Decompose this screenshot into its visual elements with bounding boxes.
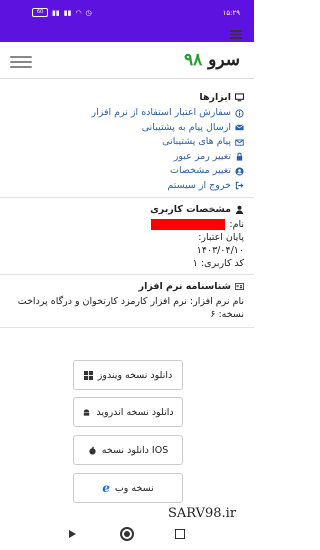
home-icon[interactable] — [120, 527, 134, 541]
web-version-label: نسخه وب — [114, 482, 154, 494]
back-icon[interactable] — [69, 530, 76, 538]
tools-item-label: تغییر مشخصات — [170, 165, 231, 176]
browser-toolbar — [0, 26, 254, 42]
tools-item-label: ارسال پیام به پشتیبانی — [141, 121, 231, 133]
monitor-icon — [235, 93, 244, 102]
tools-item-logout[interactable]: خروج از سیستم — [10, 179, 244, 194]
software-name: نام نرم افزار: نرم افزار کارمزد کارتخوان… — [17, 296, 244, 307]
software-section: شناسنامه نرم افزار نام نرم افزار: نرم اف… — [0, 275, 254, 328]
id-card-icon — [235, 283, 244, 290]
app-header: سرو ۹۸ — [0, 44, 254, 79]
download-android-label: دانلود نسخه اندروید — [96, 406, 174, 418]
recents-icon[interactable] — [175, 529, 185, 539]
wifi-icon: ◠ — [75, 8, 82, 17]
user-name-row: نام: — [10, 218, 244, 231]
user-circle-icon — [235, 167, 244, 176]
software-title-text: شناسنامه نرم افزار — [138, 281, 231, 292]
tools-item-label: تغییر رمز عبور — [173, 150, 231, 162]
tools-item-label: خروج از سیستم — [167, 179, 231, 191]
internet-explorer-icon: e — [102, 481, 110, 495]
tools-item-send-message[interactable]: ارسال پیام به پشتیبانی — [10, 121, 244, 136]
main-content: ابزارها سفارش اعتبار استفاده از نرم افزا… — [0, 86, 254, 328]
download-ios-label: دانلود نسخه IOS — [101, 444, 169, 456]
download-android-button[interactable]: دانلود نسخه اندروید — [73, 397, 183, 427]
tools-item-support-messages[interactable]: پیام های پشتیبانی — [10, 135, 244, 150]
tools-item-change-password[interactable]: تغییر رمز عبور — [10, 150, 244, 165]
windows-icon — [83, 370, 93, 380]
tools-item-label: پیام های پشتیبانی — [162, 136, 231, 147]
user-name-label: نام: — [229, 219, 244, 230]
status-time: ۱۵:۲۹ — [222, 9, 240, 17]
download-windows-label: دانلود نسخه ویندوز — [97, 369, 173, 381]
logo-number: ۹۸ — [183, 50, 203, 70]
download-windows-button[interactable]: دانلود نسخه ویندوز — [73, 360, 183, 390]
status-bar: 60 ▮▮ ▮▮ ◠ ◷ ۱۵:۲۹ — [0, 0, 254, 26]
system-nav-bar — [0, 518, 254, 550]
status-icons: 60 ▮▮ ▮▮ ◠ ◷ — [32, 8, 92, 17]
software-version: نسخه: ۶ — [210, 309, 244, 320]
tools-title-text: ابزارها — [199, 92, 231, 103]
signal-icon: ▮▮ — [52, 8, 60, 17]
tools-title: ابزارها — [10, 92, 244, 103]
signal-icon-2: ▮▮ — [63, 8, 72, 17]
envelope-open-icon — [235, 139, 244, 146]
lock-icon — [236, 152, 243, 161]
sign-out-icon — [235, 182, 244, 190]
browser-menu-icon[interactable] — [230, 28, 242, 41]
user-icon — [235, 205, 244, 214]
battery-icon: 60 — [32, 8, 48, 17]
software-title: شناسنامه نرم افزار — [10, 281, 244, 292]
redacted-name — [151, 219, 226, 230]
download-ios-button[interactable]: دانلود نسخه IOS — [73, 435, 183, 465]
apple-icon — [89, 445, 96, 455]
alarm-icon: ◷ — [85, 8, 92, 17]
user-info-title-text: مشخصات کاربری — [150, 204, 231, 215]
envelope-icon — [235, 124, 244, 131]
user-code-value: ۱ — [192, 258, 198, 269]
user-expiry-row: پایان اعتبار: — [10, 231, 244, 244]
hamburger-menu-icon[interactable] — [10, 53, 32, 69]
user-info-section: مشخصات کاربری نام: پایان اعتبار: ۱۴۰۳/۰۴… — [0, 198, 254, 275]
web-version-button[interactable]: e نسخه وب — [73, 473, 183, 503]
tools-item-order-credit[interactable]: سفارش اعتبار استفاده از نرم افزار — [10, 106, 244, 121]
user-expiry-label: پایان اعتبار: — [198, 232, 244, 243]
android-icon — [84, 408, 90, 416]
logo-text: سرو — [208, 50, 240, 70]
user-expiry-value: ۱۴۰۳/۰۴/۱۰ — [196, 245, 244, 256]
user-code-row: کد کاربری: ۱ — [10, 257, 244, 270]
tools-item-edit-profile[interactable]: تغییر مشخصات — [10, 164, 244, 179]
app-logo[interactable]: سرو ۹۸ — [184, 50, 240, 70]
user-code-label: کد کاربری: — [200, 258, 244, 269]
info-icon — [235, 109, 244, 118]
tools-section: ابزارها سفارش اعتبار استفاده از نرم افزا… — [0, 86, 254, 198]
tools-item-label: سفارش اعتبار استفاده از نرم افزار — [91, 107, 232, 118]
user-info-title: مشخصات کاربری — [10, 204, 244, 215]
